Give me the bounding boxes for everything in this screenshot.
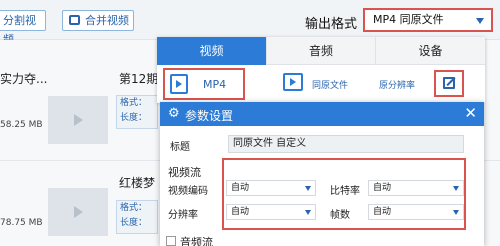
resolution-label: 分辨率 — [168, 210, 198, 221]
format-item-mp4[interactable]: MP4 — [163, 68, 245, 100]
split-video-button[interactable]: 分割视频 — [0, 10, 46, 46]
output-file-name: 红楼梦 — [119, 176, 156, 190]
file-size: 78.75 MB — [0, 218, 43, 228]
audio-stream-checkbox[interactable] — [166, 236, 176, 246]
output-file-name: 第12期 — [119, 72, 159, 86]
merge-icon — [69, 15, 80, 25]
tab-video[interactable]: 视频 — [157, 37, 266, 65]
output-format-label: 输出格式 — [305, 17, 358, 32]
toolbar: 分割视频 合并视频 输出格式 MP4 同原文件 — [0, 0, 500, 46]
format-meta-label: 格式： — [120, 203, 148, 213]
play-icon — [74, 114, 83, 126]
tab-device[interactable]: 设备 — [375, 37, 485, 65]
video-stream-heading: 视频流 — [168, 166, 201, 179]
dialog-header: ⚙ 参数设置 ✕ — [160, 102, 484, 126]
merge-video-button[interactable]: 合并视频 — [62, 10, 134, 31]
play-icon — [74, 206, 83, 218]
chevron-down-icon — [476, 18, 484, 24]
format-picker-panel: 视频 音频 设备 MP4 同原文件 原分辨率 — [157, 37, 485, 103]
format-item-label: MP4 — [203, 78, 227, 91]
tab-audio[interactable]: 音频 — [266, 37, 375, 65]
dialog-title: 参数设置 — [185, 109, 234, 123]
merge-video-label: 合并视频 — [85, 14, 129, 27]
video-stream-annotation — [222, 158, 466, 230]
video-thumbnail[interactable] — [48, 188, 108, 236]
file-size: 58.25 MB — [0, 120, 43, 130]
format-meta-label: 格式： — [120, 98, 148, 108]
output-format-select[interactable]: MP4 同原文件 — [363, 8, 493, 32]
quality-same-as-source[interactable]: 同原文件 — [312, 78, 348, 91]
file-meta: 格式： 长度： — [116, 200, 158, 234]
output-format-value: MP4 同原文件 — [373, 13, 444, 26]
edit-settings-button[interactable] — [434, 70, 464, 97]
title-input[interactable]: 同原文件 自定义 — [228, 135, 464, 153]
audio-stream-heading: 音频流 — [180, 236, 213, 246]
file-name: 实力夺... — [0, 72, 48, 86]
video-codec-label: 视频编码 — [168, 186, 208, 197]
video-file-icon — [170, 74, 188, 94]
video-thumbnail[interactable] — [48, 96, 108, 144]
title-label: 标题 — [170, 142, 190, 153]
file-meta: 格式： 长度： — [116, 95, 158, 129]
length-meta-label: 长度： — [120, 113, 148, 123]
close-icon[interactable]: ✕ — [464, 104, 477, 122]
film-icon — [283, 73, 303, 91]
quality-original-resolution[interactable]: 原分辨率 — [379, 78, 415, 91]
gear-icon: ⚙ — [168, 106, 180, 121]
length-meta-label: 长度： — [120, 218, 148, 228]
